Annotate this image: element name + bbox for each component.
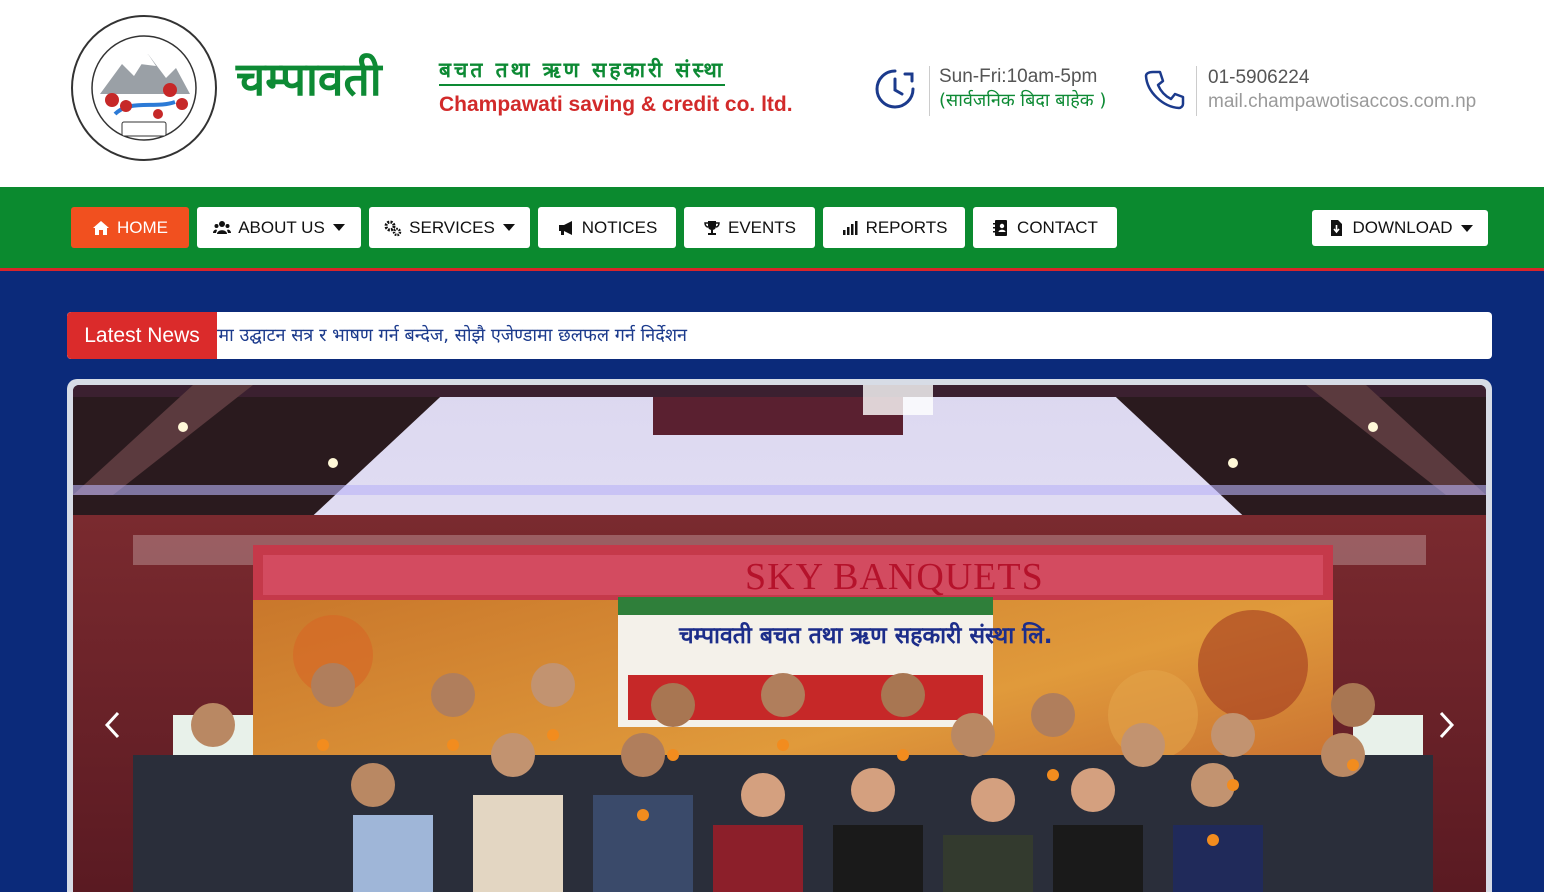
nav-contact-label: CONTACT <box>1017 217 1098 237</box>
contact-info: 01-5906224 mail.champawotisaccos.com.np <box>1196 66 1476 116</box>
phone-number[interactable]: 01-5906224 <box>1208 66 1476 89</box>
chevron-down-icon <box>332 224 345 231</box>
nav-home-label: HOME <box>117 217 168 237</box>
nav-reports-label: REPORTS <box>865 217 948 237</box>
trophy-icon <box>703 219 721 237</box>
brand-tagline-english: Champawati saving & credit co. ltd. <box>439 93 793 116</box>
main-content: Latest News ामा उद्घाटन सत्र र भाषण गर्न… <box>0 271 1544 892</box>
chevron-down-icon <box>502 224 515 231</box>
office-hours-days: Sun-Fri:10am-5pm <box>939 66 1098 87</box>
chevron-left-icon <box>104 711 120 739</box>
gears-icon <box>384 219 402 237</box>
office-hours: Sun-Fri:10am-5pm (सार्वजनिक बिदा बाहेक ) <box>929 66 1106 116</box>
site-header: चम्पावती बचत तथा ऋण सहकारी संस्था Champa… <box>0 0 1544 187</box>
nav-download[interactable]: DOWNLOAD <box>1312 210 1488 246</box>
venue-sign: SKY BANQUETS <box>745 556 1044 598</box>
megaphone-icon <box>557 219 575 237</box>
phone-icon <box>1144 70 1185 110</box>
site-logo[interactable] <box>70 14 218 162</box>
news-headline[interactable]: ामा उद्घाटन सत्र र भाषण गर्न बन्देज, सोझ… <box>217 312 687 359</box>
event-banner-title: चम्पावती बचत तथा ऋण सहकारी संस्था लि. <box>679 623 1053 649</box>
brand-name-nepali: चम्पावती <box>236 52 382 106</box>
carousel-next-button[interactable] <box>1431 705 1461 745</box>
brand-tagline-nepali: बचत तथा ऋण सहकारी संस्था <box>439 60 726 86</box>
nav-home[interactable]: HOME <box>71 207 189 248</box>
chevron-right-icon <box>1439 711 1455 739</box>
nav-contact[interactable]: CONTACT <box>973 207 1117 248</box>
main-navigation: HOME ABOUT US SERVICES NOTICES EVENTS RE… <box>0 187 1544 271</box>
nav-about-us[interactable]: ABOUT US <box>197 207 361 248</box>
news-ticker-text[interactable]: ामा उद्घाटन सत्र र भाषण गर्न बन्देज, सोझ… <box>217 312 1487 359</box>
chevron-down-icon <box>1460 224 1473 232</box>
users-icon <box>213 219 232 237</box>
nav-services[interactable]: SERVICES <box>369 207 530 248</box>
nav-reports[interactable]: REPORTS <box>823 207 965 248</box>
nav-notices-label: NOTICES <box>581 217 658 237</box>
email-address[interactable]: mail.champawotisaccos.com.np <box>1208 89 1476 114</box>
nav-events[interactable]: EVENTS <box>684 207 815 248</box>
carousel-prev-button[interactable] <box>98 705 128 745</box>
file-download-icon <box>1327 219 1345 237</box>
nav-services-label: SERVICES <box>409 217 495 237</box>
office-hours-note: (सार्वजनिक बिदा बाहेक ) <box>939 90 1107 111</box>
nav-events-label: EVENTS <box>727 217 797 237</box>
nav-about-us-label: ABOUT US <box>238 217 325 237</box>
latest-news-label: Latest News <box>67 312 217 359</box>
home-icon <box>92 219 110 237</box>
address-book-icon <box>992 219 1010 237</box>
news-ticker: Latest News ामा उद्घाटन सत्र र भाषण गर्न… <box>67 312 1492 359</box>
clock-icon <box>875 69 915 109</box>
nav-download-label: DOWNLOAD <box>1352 218 1453 237</box>
image-carousel: SKY BANQUETS चम्पावती बचत तथा ऋण सहकारी … <box>67 379 1492 892</box>
carousel-slide: SKY BANQUETS चम्पावती बचत तथा ऋण सहकारी … <box>73 385 1486 892</box>
nav-notices[interactable]: NOTICES <box>538 207 676 248</box>
chart-icon <box>841 219 859 237</box>
